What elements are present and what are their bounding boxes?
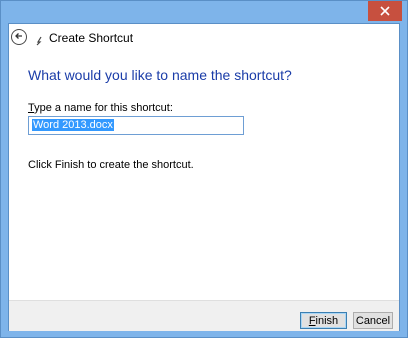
title-bar[interactable] xyxy=(1,1,407,23)
cancel-button[interactable]: Cancel xyxy=(353,312,393,329)
page-heading: What would you like to name the shortcut… xyxy=(28,67,292,83)
close-icon xyxy=(380,6,390,16)
finish-button[interactable]: Finish xyxy=(300,312,347,329)
finish-button-label: inish xyxy=(315,314,339,327)
finish-hint: Click Finish to create the shortcut. xyxy=(28,159,194,171)
back-arrow-icon xyxy=(14,28,24,46)
close-button[interactable] xyxy=(368,1,402,21)
wizard-title: Create Shortcut xyxy=(49,31,134,45)
shortcut-name-input[interactable]: Word 2013.docx xyxy=(28,116,244,135)
shortcut-name-label: Type a name for this shortcut: xyxy=(28,102,173,114)
wizard-client-area: Create Shortcut What would you like to n… xyxy=(8,23,400,331)
wizard-footer: Finish Cancel xyxy=(9,300,399,331)
back-button[interactable] xyxy=(11,29,27,45)
finish-button-accel: F xyxy=(308,314,316,327)
wizard-nav: Create Shortcut xyxy=(9,24,399,54)
shortcut-wizard-icon xyxy=(35,33,43,46)
shortcut-name-value: Word 2013.docx xyxy=(32,119,114,131)
shortcut-name-label-text: ype a name for this shortcut: xyxy=(34,102,173,114)
dialog-window: Create Shortcut What would you like to n… xyxy=(0,0,408,338)
